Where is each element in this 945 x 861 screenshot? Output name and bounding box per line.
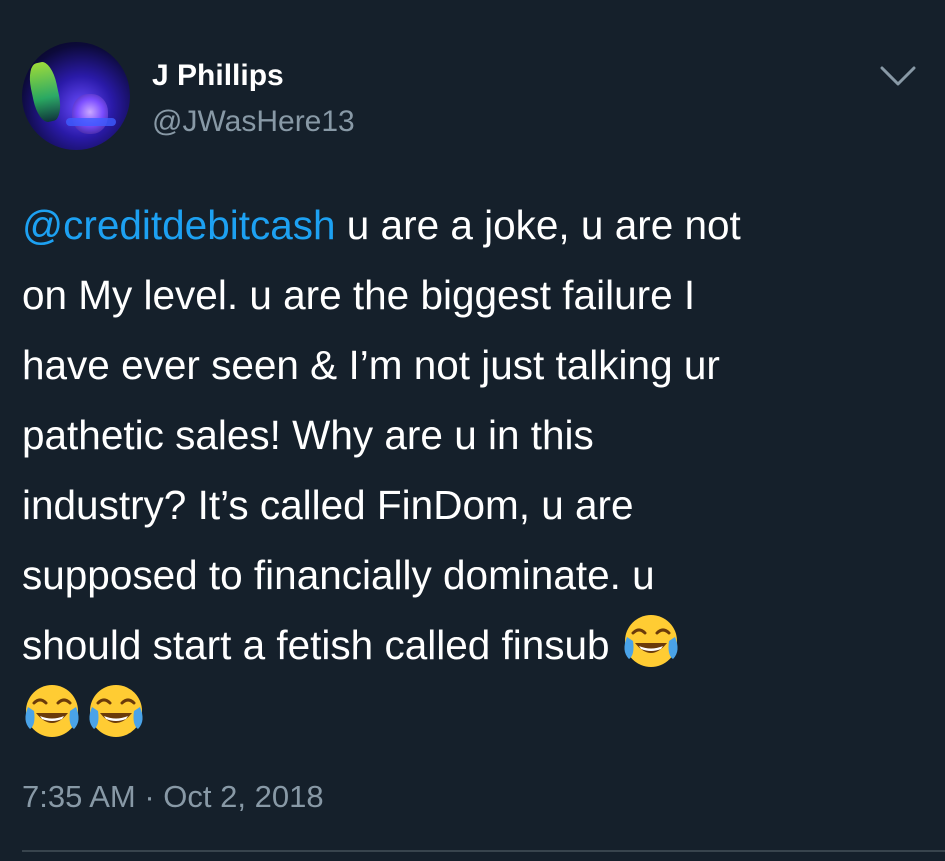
tweet-line-4: pathetic sales! Why are u in this [22, 412, 594, 458]
display-name[interactable]: J Phillips [152, 58, 284, 94]
avatar[interactable] [22, 42, 130, 150]
avatar-head [72, 94, 108, 134]
avatar-band [66, 118, 116, 126]
mention-link[interactable]: @creditdebitcash [22, 202, 336, 248]
tweet-line-6: supposed to financially dominate. u [22, 552, 655, 598]
tweet-line-1: @creditdebitcash u are a joke, u are not [22, 190, 927, 260]
chevron-down-icon[interactable] [878, 62, 918, 90]
tweet-text: @creditdebitcash u are a joke, u are not… [22, 190, 927, 750]
face-with-tears-of-joy-icon [89, 685, 143, 737]
tweet-line-3: have ever seen & I’m not just talking ur [22, 342, 720, 388]
tweet-line-7: should start a fetish called finsub [22, 610, 927, 680]
face-with-tears-of-joy-icon [25, 685, 79, 737]
tweet-line-5: industry? It’s called FinDom, u are [22, 482, 634, 528]
tweet-line-8 [22, 680, 927, 750]
divider [22, 850, 945, 852]
tweet-timestamp[interactable]: 7:35 AM · Oct 2, 2018 [22, 778, 324, 816]
tweet-line-1-text: u are a joke, u are not [335, 202, 741, 248]
tweet-line-7-text: should start a fetish called finsub [22, 622, 621, 668]
user-handle[interactable]: @JWasHere13 [152, 104, 355, 140]
tweet: J Phillips @JWasHere13 @creditdebitcash … [0, 0, 945, 861]
avatar-glow [26, 59, 64, 125]
face-with-tears-of-joy-icon [624, 615, 678, 667]
tweet-line-2: on My level. u are the biggest failure I [22, 272, 696, 318]
